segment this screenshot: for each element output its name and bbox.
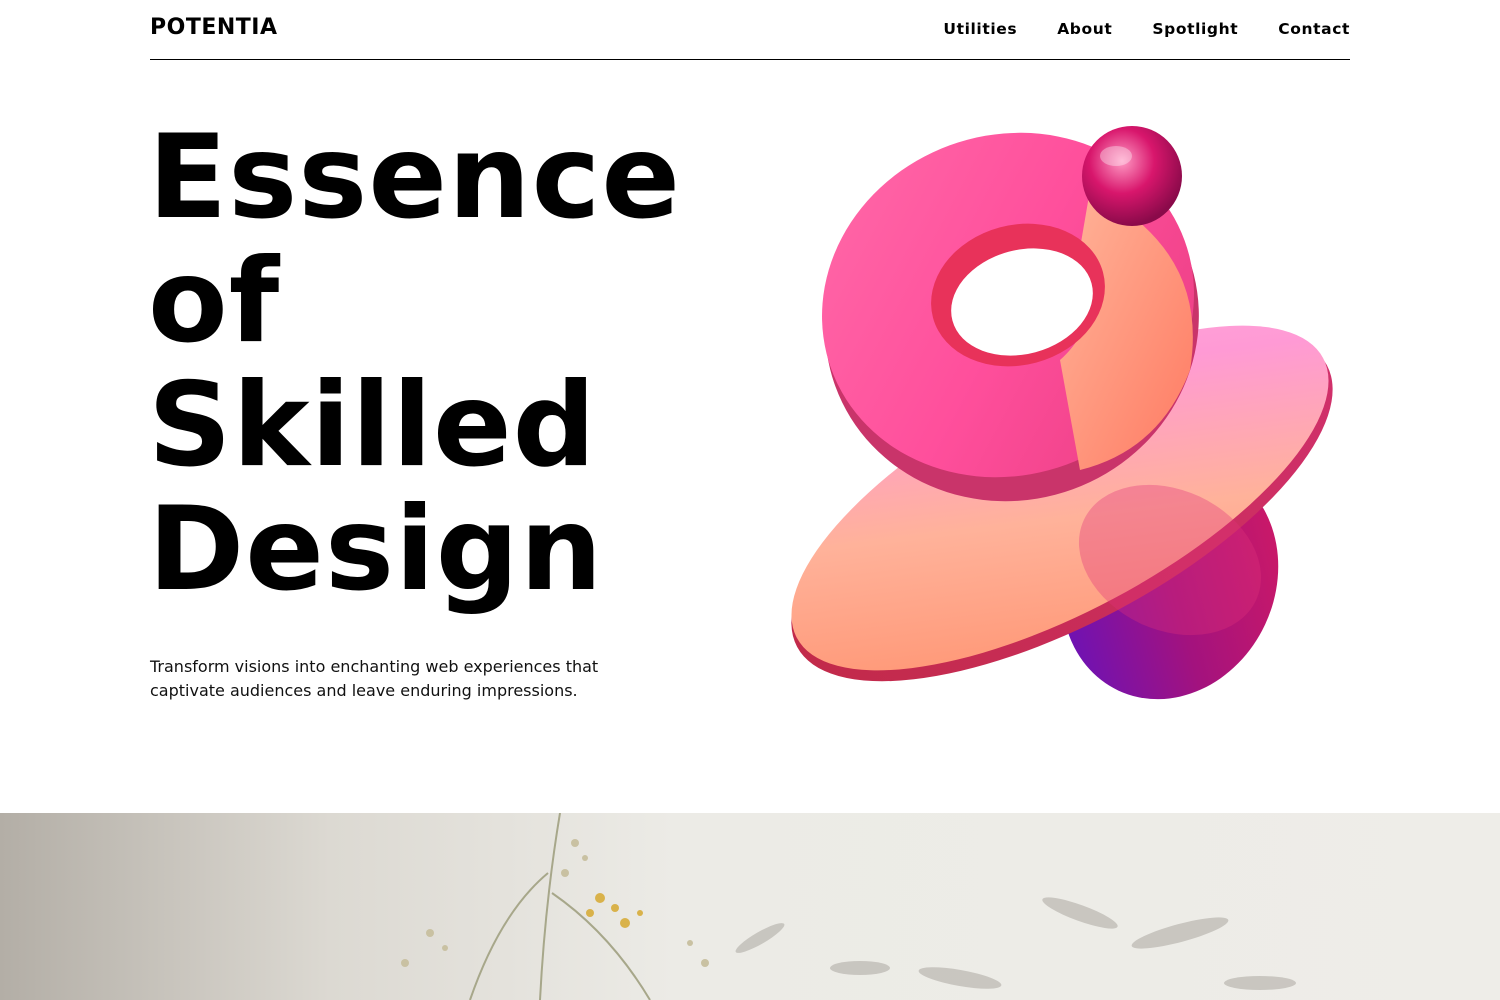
hero-title-line: Design [148,482,604,617]
nav-link-about[interactable]: About [1057,19,1112,39]
dried-flowers-banner-image [0,813,1500,1000]
nav-link-contact[interactable]: Contact [1278,19,1350,39]
hero-description: Transform visions into enchanting web ex… [150,657,599,700]
hero-title-line: of [148,234,281,369]
hero-title: Essence of Skilled Design [148,116,681,612]
nav-link-utilities[interactable]: Utilities [943,19,1017,39]
landing-page: POTENTIA Utilities About Spotlight Conta… [0,0,1500,1000]
main-nav: Utilities About Spotlight Contact [943,19,1350,39]
hero-title-line: Essence [148,110,682,245]
nav-link-spotlight[interactable]: Spotlight [1152,19,1238,39]
sphere-highlight [1100,146,1132,166]
site-header: POTENTIA Utilities About Spotlight Conta… [150,0,1350,60]
sphere-shape [1082,126,1182,226]
site-logo[interactable]: POTENTIA [150,15,278,40]
hero-3d-illustration [791,126,1333,700]
hero-title-line: Skilled [148,358,597,493]
